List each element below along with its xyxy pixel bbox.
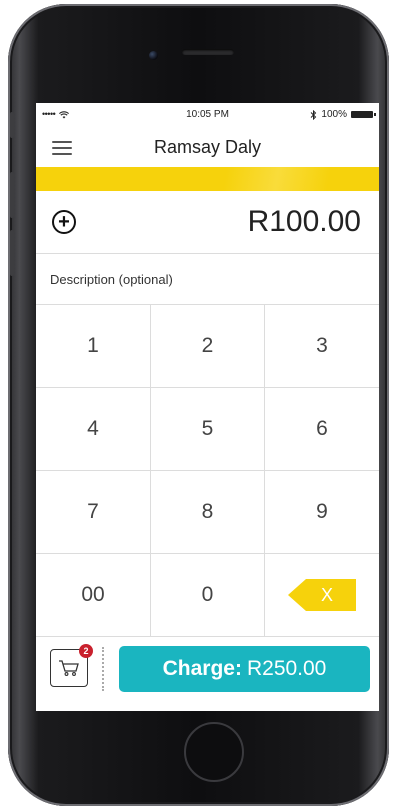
key-7[interactable]: 7 <box>36 471 151 554</box>
charge-button[interactable]: Charge: R250.00 <box>119 646 370 692</box>
nav-bar: Ramsay Daly <box>36 127 379 167</box>
front-camera <box>149 51 158 60</box>
description-field[interactable]: Description (optional) <box>36 254 379 305</box>
key-6[interactable]: 6 <box>265 388 379 471</box>
bottom-bar: 2 Charge: R250.00 <box>36 637 379 709</box>
battery-icon <box>351 111 376 118</box>
add-icon[interactable]: + <box>52 210 76 234</box>
charge-amount: R250.00 <box>246 657 327 680</box>
bottom-divider <box>102 647 104 691</box>
mute-switch <box>10 112 14 138</box>
backspace-key[interactable]: X <box>265 554 379 637</box>
backspace-label: X <box>320 584 333 605</box>
backspace-icon: X <box>288 579 356 611</box>
amount-row: + R100.00 <box>36 191 379 254</box>
earpiece-speaker <box>182 49 234 55</box>
key-3[interactable]: 3 <box>265 305 379 388</box>
bluetooth-icon <box>311 109 317 120</box>
key-8[interactable]: 8 <box>151 471 265 554</box>
home-button[interactable] <box>184 722 244 782</box>
cart-button[interactable]: 2 <box>50 644 93 687</box>
battery-percent: 100% <box>321 109 347 120</box>
key-2[interactable]: 2 <box>151 305 265 388</box>
volume-down-button <box>10 230 14 276</box>
cart-icon <box>59 660 79 676</box>
key-5[interactable]: 5 <box>151 388 265 471</box>
charge-label: Charge: <box>162 657 242 680</box>
key-0[interactable]: 0 <box>151 554 265 637</box>
merchant-name: Ramsay Daly <box>153 136 262 157</box>
description-placeholder: Description (optional) <box>50 271 173 287</box>
key-00[interactable]: 00 <box>36 554 151 637</box>
key-4[interactable]: 4 <box>36 388 151 471</box>
menu-icon[interactable] <box>52 141 72 155</box>
cart-count-badge: 2 <box>79 644 93 658</box>
app-screen: ••••• 10:05 PM 100% Ramsay Daly + R100.0… <box>36 103 379 711</box>
amount-display: R100.00 <box>247 205 361 238</box>
brand-band <box>36 167 379 191</box>
key-9[interactable]: 9 <box>265 471 379 554</box>
key-1[interactable]: 1 <box>36 305 151 388</box>
status-bar: ••••• 10:05 PM 100% <box>36 103 379 127</box>
status-right: 100% <box>310 109 376 120</box>
keypad: 1 2 3 4 5 6 7 8 9 00 0 X <box>36 305 379 637</box>
volume-up-button <box>10 172 14 218</box>
